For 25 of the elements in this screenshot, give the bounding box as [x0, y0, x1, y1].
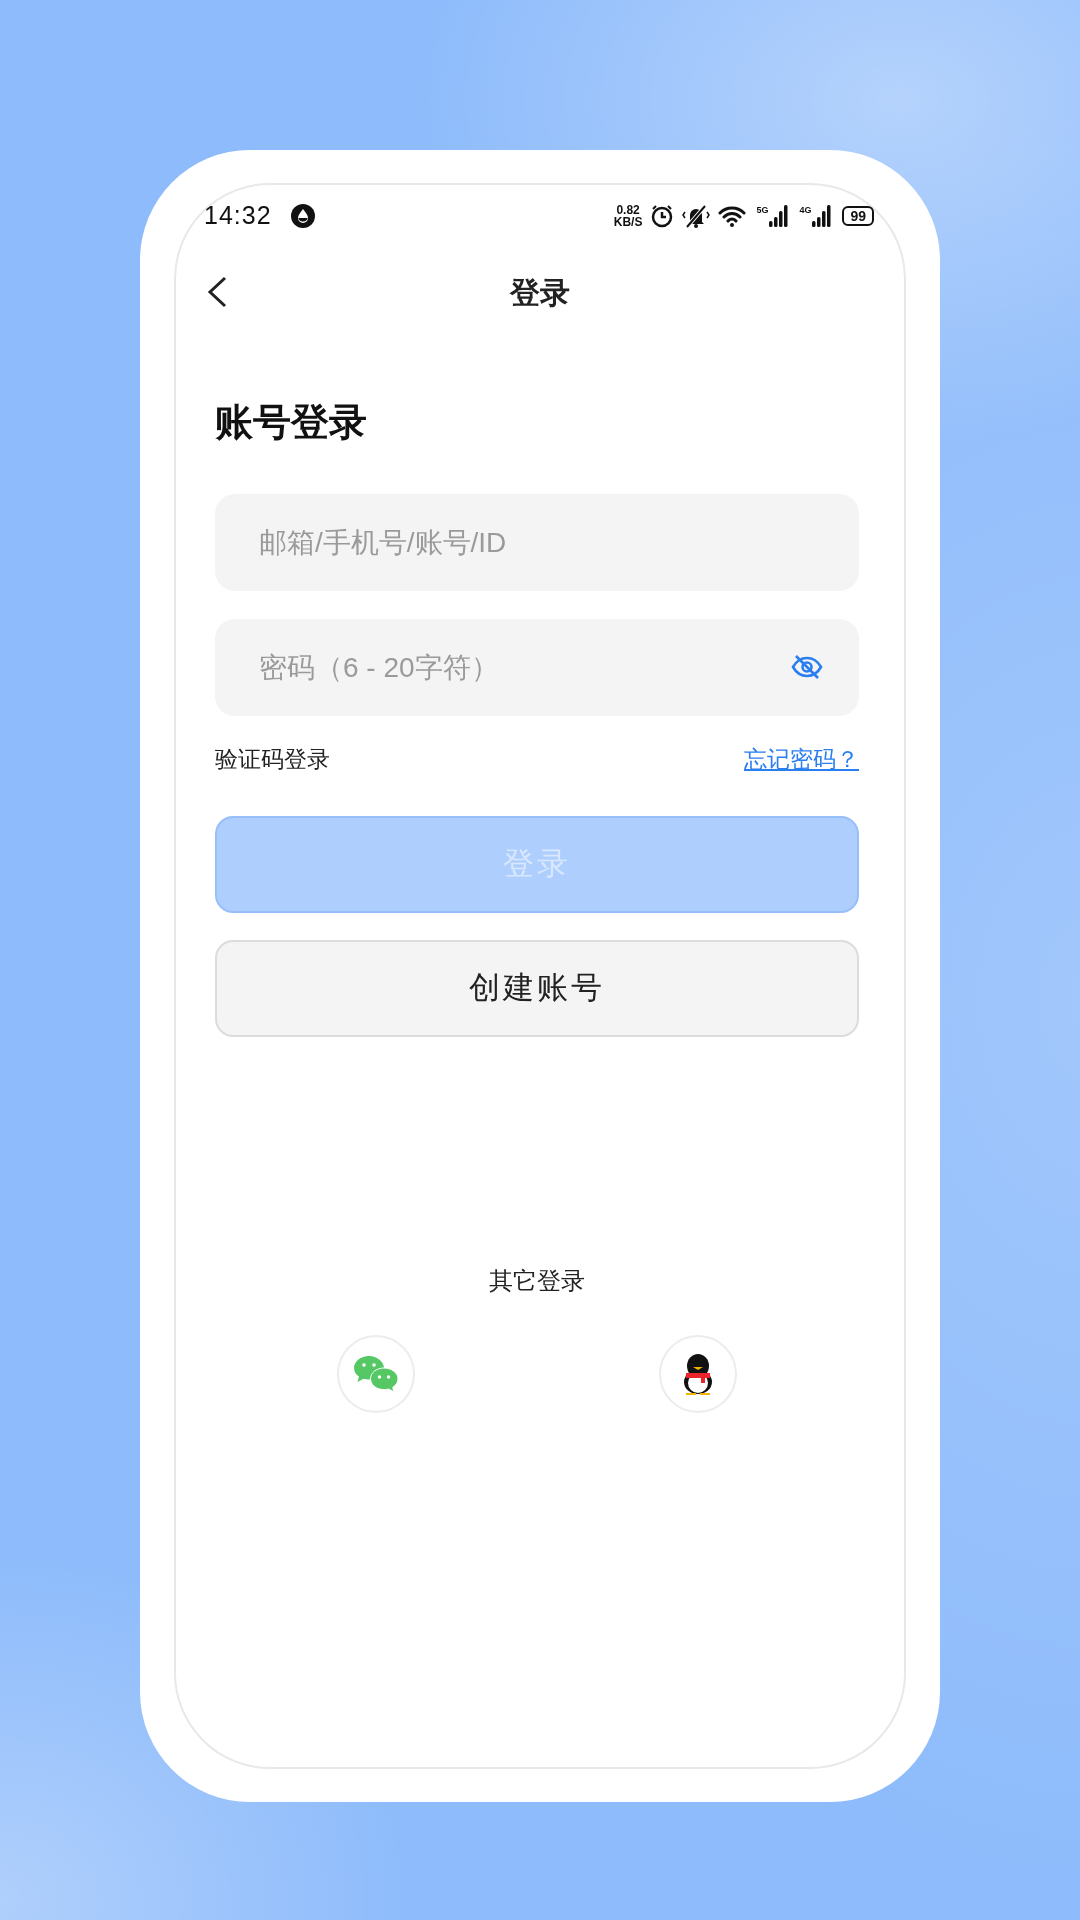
status-time: 14:32 [204, 200, 272, 232]
wifi-icon [718, 205, 747, 227]
forgot-password-link[interactable]: 忘记密码？ [744, 744, 859, 774]
code-login-link[interactable]: 验证码登录 [215, 744, 330, 774]
eye-slash-icon [791, 654, 823, 680]
page-title: 登录 [510, 274, 570, 311]
network-type-label: 5G [756, 205, 769, 215]
alarm-icon [650, 204, 675, 228]
signal-bars-icon [769, 205, 790, 227]
network-type-label: 4G [799, 205, 812, 215]
create-account-button[interactable]: 创建账号 [215, 940, 859, 1037]
network-speed-unit: KB/S [613, 216, 643, 228]
chat-bubbles-icon [353, 1355, 399, 1393]
muted-bell-icon [682, 204, 711, 228]
network-speed-value: 0.82 [615, 204, 641, 216]
section-heading: 账号登录 [215, 400, 368, 444]
drop-icon [289, 203, 316, 229]
signal-bars-icon [812, 205, 833, 227]
chevron-left-icon [206, 275, 228, 309]
toggle-visibility-button[interactable] [791, 654, 823, 680]
other-login-title: 其它登录 [488, 1266, 586, 1296]
back-button[interactable] [206, 275, 228, 309]
password-field[interactable]: 密码（6 - 20字符） [215, 619, 859, 716]
account-field[interactable]: 邮箱/手机号/账号/ID [215, 494, 859, 591]
battery-level: 99 [842, 206, 874, 226]
